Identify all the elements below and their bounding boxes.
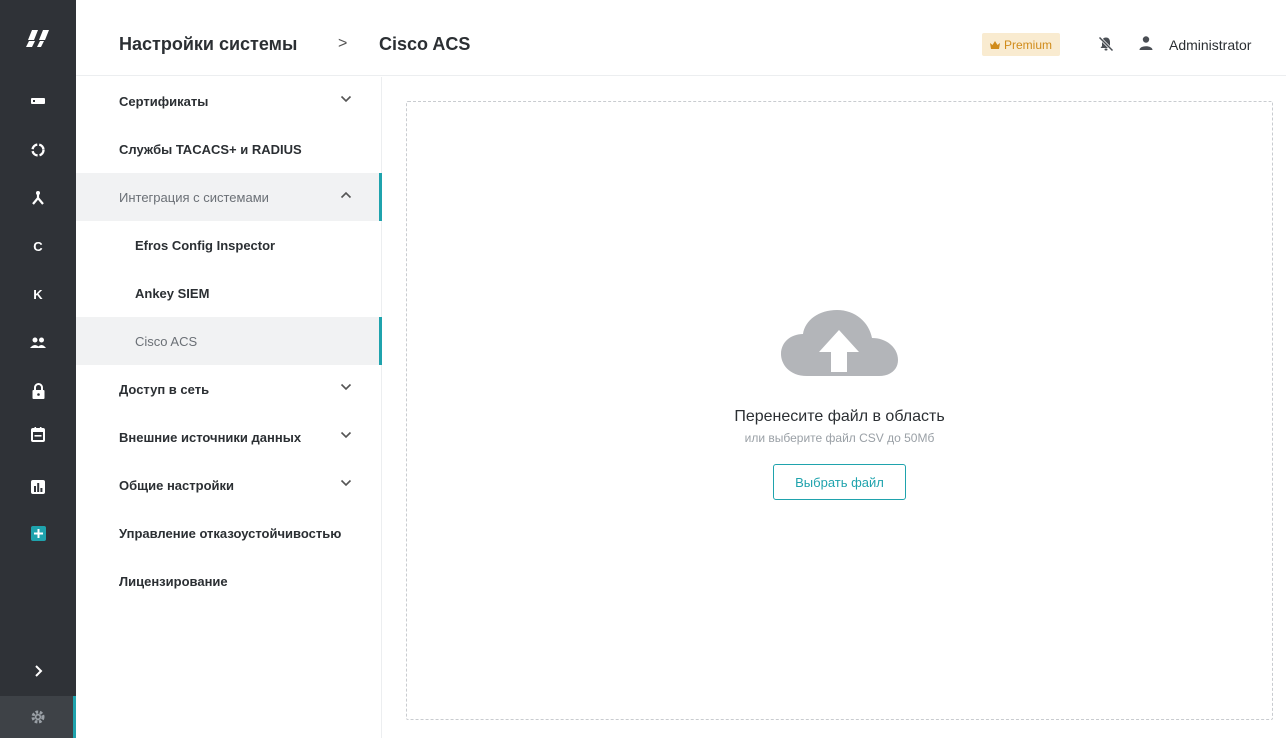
menu-item-label: Efros Config Inspector xyxy=(135,237,276,253)
expand-rail-icon[interactable] xyxy=(0,646,76,695)
letter-c-icon[interactable]: C xyxy=(0,222,76,271)
active-indicator xyxy=(379,173,382,221)
choose-file-button[interactable]: Выбрать файл xyxy=(773,464,906,500)
menu-item-label: Общие настройки xyxy=(119,477,234,493)
menu-item-external-sources[interactable]: Внешние источники данных xyxy=(76,413,382,461)
breadcrumb-separator: > xyxy=(338,35,348,52)
menu-item-certificates[interactable]: Сертификаты xyxy=(76,77,382,125)
menu-item-label: Доступ в сеть xyxy=(119,381,210,397)
sync-icon[interactable] xyxy=(0,125,76,174)
lock-icon[interactable] xyxy=(0,366,76,415)
letter-k-icon[interactable]: K xyxy=(0,270,76,319)
active-indicator xyxy=(379,317,382,365)
logo-icon xyxy=(26,30,49,47)
menu-item-label: Управление отказоустойчивостью xyxy=(119,525,342,541)
menu-item-failover[interactable]: Управление отказоустойчивостью xyxy=(76,509,382,557)
menu-item-label: Ankey SIEM xyxy=(135,285,210,301)
icon-rail: C K xyxy=(0,0,76,738)
breadcrumb-current: Cisco ACS xyxy=(379,34,471,54)
settings-menu: Сертификаты Службы TACACS+ и RADIUS Инте… xyxy=(76,77,382,738)
topology-icon[interactable] xyxy=(0,173,76,222)
menu-item-cisco-acs[interactable]: Cisco ACS xyxy=(76,317,382,365)
menu-item-label: Интеграция с системами xyxy=(119,189,269,205)
chevron-down-icon xyxy=(340,431,352,439)
menu-item-label: Службы TACACS+ и RADIUS xyxy=(119,141,302,157)
menu-item-network-access[interactable]: Доступ в сеть xyxy=(76,365,382,413)
user-name[interactable]: Administrator xyxy=(1169,37,1251,53)
menu-item-label: Сертификаты xyxy=(119,93,209,109)
chevron-down-icon xyxy=(340,479,352,487)
cloud-upload-icon xyxy=(781,310,898,376)
premium-badge: Premium xyxy=(982,33,1061,56)
crown-icon xyxy=(990,40,1000,49)
app-logo[interactable] xyxy=(0,0,76,76)
notifications-off-icon[interactable] xyxy=(1098,36,1114,57)
menu-item-integration[interactable]: Интеграция с системами xyxy=(76,173,382,221)
add-icon[interactable] xyxy=(0,509,76,558)
reports-icon[interactable] xyxy=(0,462,76,511)
premium-label: Premium xyxy=(1004,37,1053,52)
settings-gear-icon[interactable] xyxy=(0,696,76,738)
drop-zone-title: Перенесите файл в область xyxy=(734,408,945,425)
menu-item-label: Лицензирование xyxy=(119,573,228,589)
menu-item-ankey-siem[interactable]: Ankey SIEM xyxy=(76,269,382,317)
user-icon[interactable] xyxy=(1139,36,1153,55)
menu-item-licensing[interactable]: Лицензирование xyxy=(76,557,382,605)
users-icon[interactable] xyxy=(0,318,76,367)
menu-item-general[interactable]: Общие настройки xyxy=(76,461,382,509)
chevron-down-icon xyxy=(340,95,352,103)
file-drop-zone[interactable]: Перенесите файл в область или выберите ф… xyxy=(406,101,1273,720)
menu-item-efros[interactable]: Efros Config Inspector xyxy=(76,221,382,269)
menu-item-label: Внешние источники данных xyxy=(119,429,302,445)
page-header: Настройки системы > Cisco ACS Premium Ad… xyxy=(76,0,1286,76)
calendar-icon[interactable] xyxy=(0,410,76,459)
drop-zone-subtitle: или выберите файл CSV до 50Мб xyxy=(744,431,935,445)
menu-item-tacacs-radius[interactable]: Службы TACACS+ и RADIUS xyxy=(76,125,382,173)
menu-item-label: Cisco ACS xyxy=(135,333,198,349)
device-icon[interactable] xyxy=(0,76,76,125)
chevron-up-icon xyxy=(340,191,352,199)
chevron-down-icon xyxy=(340,383,352,391)
breadcrumb-root[interactable]: Настройки системы xyxy=(119,34,297,55)
